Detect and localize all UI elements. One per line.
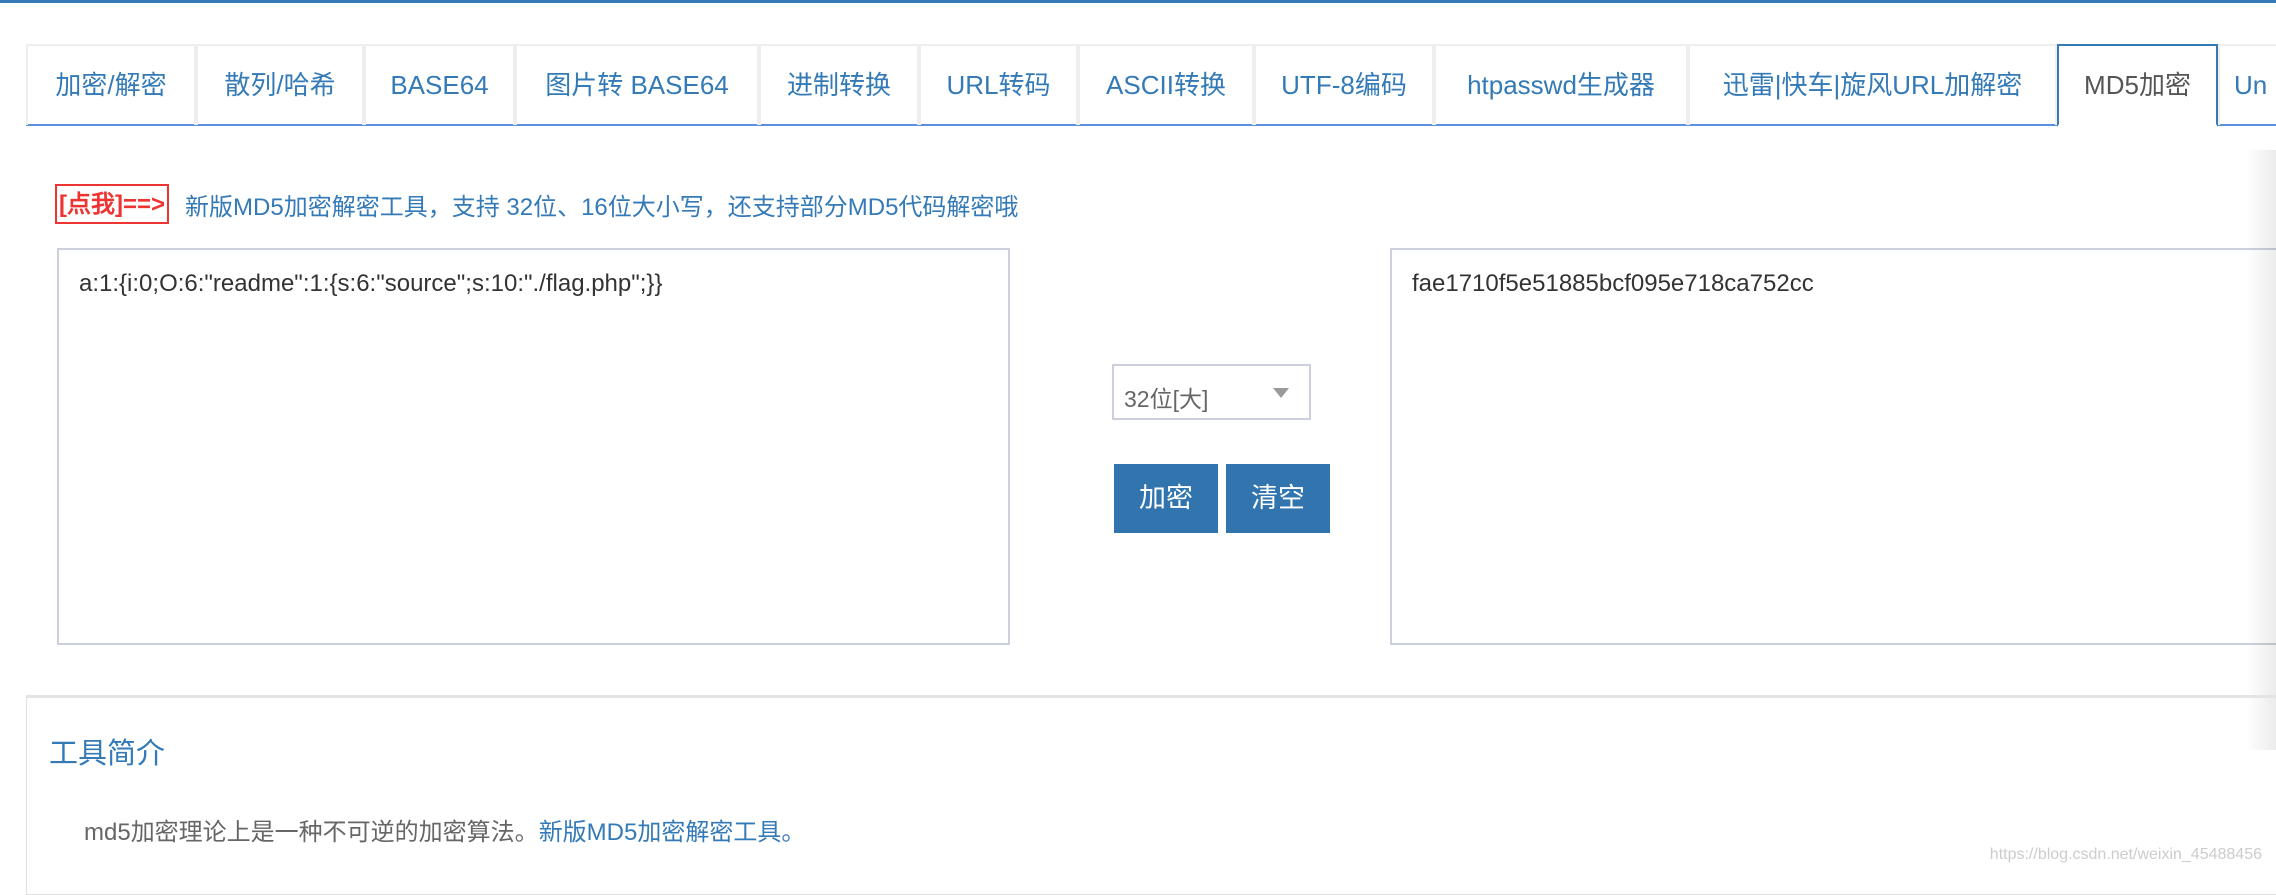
clear-button[interactable]: 清空 [1226, 464, 1330, 533]
tab-utf8[interactable]: UTF-8编码 [1254, 44, 1434, 125]
tab-url[interactable]: URL转码 [919, 44, 1078, 125]
tab-ascii[interactable]: ASCII转换 [1078, 44, 1254, 125]
top-bar [0, 0, 2276, 3]
tab-hash[interactable]: 散列/哈希 [196, 44, 364, 125]
side-shadow [2246, 150, 2276, 750]
watermark: https://blog.csdn.net/weixin_45488456 [1989, 846, 2262, 863]
intro-description: md5加密理论上是一种不可逆的加密算法。新版MD5加密解密工具。 [84, 812, 805, 847]
tab-radix[interactable]: 进制转换 [759, 44, 919, 125]
tab-thunder-url[interactable]: 迅雷|快车|旋风URL加解密 [1688, 44, 2057, 125]
intro-text: md5加密理论上是一种不可逆的加密算法。 [84, 819, 539, 846]
tab-base64[interactable]: BASE64 [364, 44, 515, 125]
select-value: 32位[大] [1124, 386, 1209, 412]
length-select[interactable]: 32位[大] [1112, 364, 1311, 420]
output-textarea[interactable]: fae1710f5e51885bcf095e718ca752cc [1390, 248, 2276, 645]
tab-encrypt-decrypt[interactable]: 加密/解密 [26, 44, 196, 125]
intro-panel [26, 695, 2276, 895]
chevron-down-icon [1273, 388, 1289, 398]
tab-bar: 加密/解密 散列/哈希 BASE64 图片转 BASE64 进制转换 URL转码… [26, 44, 2276, 127]
intro-link[interactable]: 新版MD5加密解密工具。 [539, 819, 806, 846]
tab-unicode[interactable]: Un [2218, 44, 2276, 125]
new-md5-tool-link[interactable]: 新版MD5加密解密工具，支持 32位、16位大小写，还支持部分MD5代码解密哦 [185, 187, 1018, 222]
click-me-badge[interactable]: [点我]==> [55, 184, 170, 224]
tab-md5[interactable]: MD5加密 [2057, 44, 2218, 127]
intro-title: 工具简介 [49, 738, 166, 770]
input-textarea[interactable]: a:1:{i:0;O:6:"readme":1:{s:6:"source";s:… [57, 248, 1010, 645]
tab-htpasswd[interactable]: htpasswd生成器 [1434, 44, 1688, 125]
tab-image-base64[interactable]: 图片转 BASE64 [515, 44, 759, 125]
promo: [点我]==> 新版MD5加密解密工具，支持 32位、16位大小写，还支持部分M… [55, 184, 1018, 224]
encrypt-button[interactable]: 加密 [1114, 464, 1218, 533]
